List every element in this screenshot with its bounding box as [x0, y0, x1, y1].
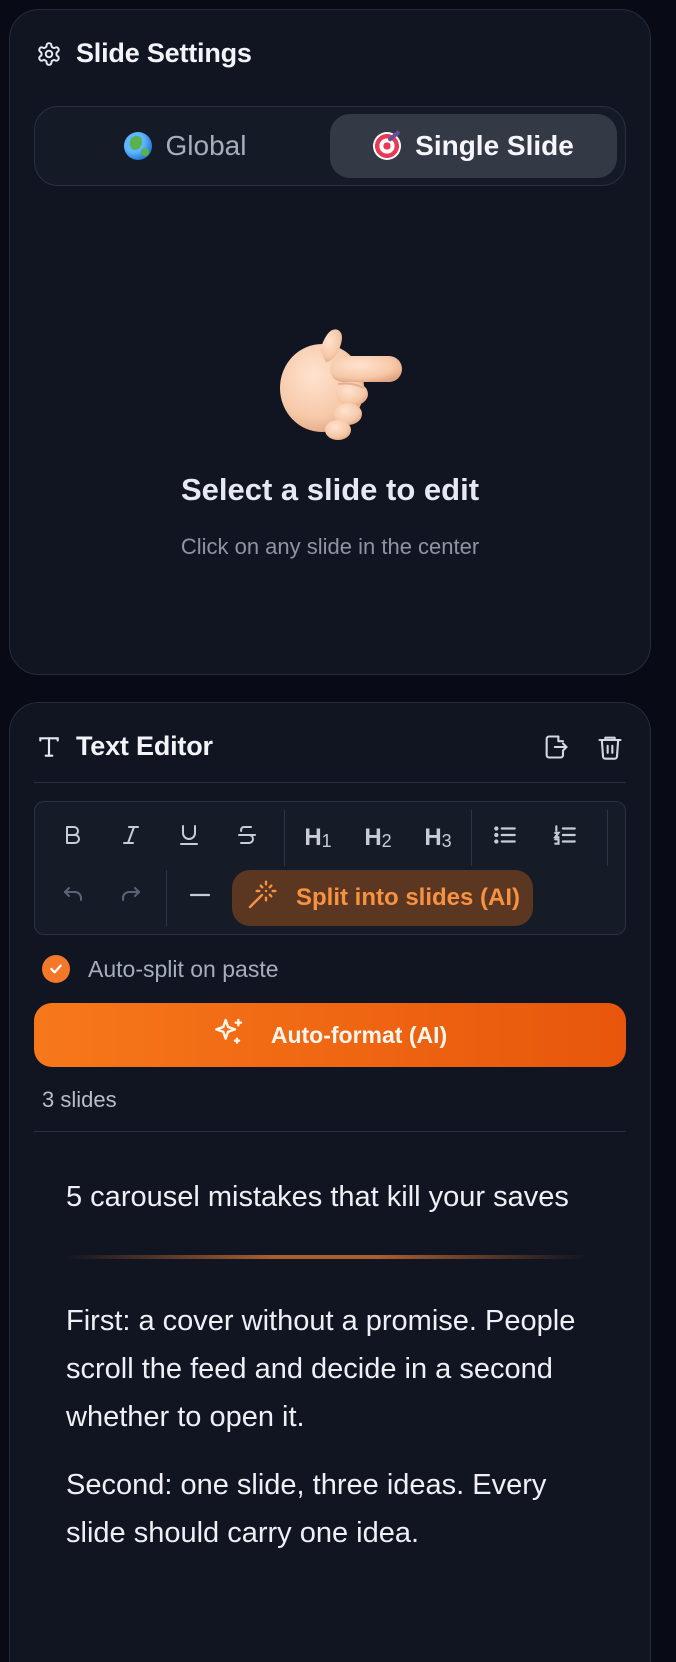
strikethrough-button[interactable] [221, 812, 273, 864]
magic-wand-icon [246, 879, 278, 918]
bullet-list-button[interactable] [479, 812, 531, 864]
content-divider [34, 1131, 626, 1132]
auto-format-label: Auto-format (AI) [270, 1021, 448, 1048]
numbered-list-icon [551, 822, 579, 855]
mode-switch: Global Single Slide [34, 106, 626, 186]
slide-settings-panel: Slide Settings Global Single Slide Selec… [9, 9, 651, 675]
panel-title: Text Editor [76, 731, 213, 761]
slide-count: 3 slides [42, 1087, 117, 1112]
underline-button[interactable] [163, 812, 215, 864]
redo-button[interactable] [105, 872, 157, 924]
strikethrough-icon [235, 822, 259, 855]
globe-icon [123, 132, 152, 160]
text-type-icon [36, 734, 62, 760]
sparkles-icon [213, 1016, 245, 1054]
heading-2-icon: H2 [364, 824, 392, 851]
split-label: Split into slides (AI) [296, 884, 521, 911]
auto-split-toggle[interactable]: Auto-split on paste [42, 955, 279, 983]
numbered-list-button[interactable] [539, 812, 591, 864]
bullet-list-icon [491, 822, 519, 855]
tab-label: Global [165, 130, 247, 161]
heading-1-button[interactable]: H1 [292, 812, 344, 864]
content-paragraph: First: a cover without a promise. People… [66, 1305, 576, 1433]
heading-2-button[interactable]: H2 [352, 812, 404, 864]
slide-break-divider [66, 1255, 586, 1259]
export-icon[interactable] [542, 733, 570, 761]
pointing-hand-icon [272, 322, 412, 442]
toolbar-separator [471, 810, 472, 866]
undo-button[interactable] [47, 872, 99, 924]
content-title: 5 carousel mistakes that kill your saves [66, 1181, 569, 1213]
bold-icon [61, 822, 85, 855]
tab-global[interactable]: Global [42, 114, 328, 178]
italic-button[interactable] [105, 812, 157, 864]
toolbar-separator [284, 810, 285, 866]
undo-icon [59, 883, 87, 914]
editor-header-actions [542, 733, 624, 761]
header-divider [34, 782, 626, 783]
panel-title: Slide Settings [76, 38, 252, 68]
auto-format-button[interactable]: Auto-format (AI) [34, 1003, 626, 1067]
redo-icon [117, 883, 145, 914]
heading-3-button[interactable]: H3 [412, 812, 464, 864]
toolbar-separator [607, 810, 608, 866]
content-paragraph: Second: one slide, three ideas. Every sl… [66, 1469, 547, 1549]
toolbar-separator [166, 870, 167, 926]
trash-icon[interactable] [596, 733, 624, 761]
horizontal-rule-icon [187, 883, 213, 914]
underline-icon [177, 822, 201, 855]
slide-settings-header: Slide Settings [36, 38, 252, 69]
target-icon [373, 132, 402, 160]
checkbox-checked-icon[interactable] [42, 955, 70, 983]
horizontal-rule-button[interactable] [174, 872, 226, 924]
tab-single-slide[interactable]: Single Slide [330, 114, 617, 178]
italic-icon [119, 822, 143, 855]
formatting-toolbar: H1 H2 H3 Split into slides (AI) [34, 801, 626, 935]
tab-label: Single Slide [415, 130, 574, 161]
heading-1-icon: H1 [304, 824, 332, 851]
gear-icon [36, 41, 62, 67]
auto-split-label: Auto-split on paste [88, 955, 279, 982]
text-editor-header: Text Editor [36, 731, 213, 762]
editor-content[interactable]: 5 carousel mistakes that kill your saves… [66, 1173, 586, 1577]
heading-3-icon: H3 [424, 824, 452, 851]
empty-state-subtitle: Click on any slide in the center [180, 534, 480, 559]
split-into-slides-button[interactable]: Split into slides (AI) [232, 870, 533, 926]
empty-state-title: Select a slide to edit [180, 472, 480, 507]
bold-button[interactable] [47, 812, 99, 864]
text-editor-panel: Text Editor H1 H2 H3 Split into slides (… [9, 702, 651, 1662]
